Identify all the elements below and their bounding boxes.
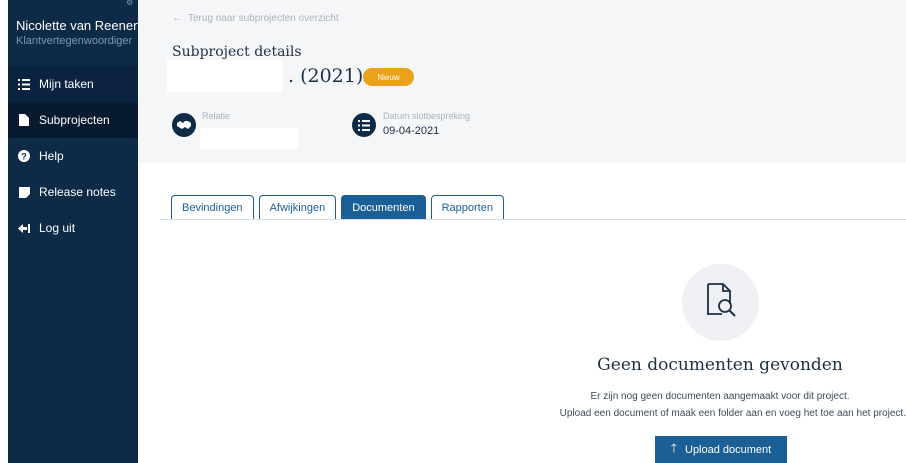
- user-name: Nicolette van Reenen: [16, 18, 141, 33]
- tab-rapporten[interactable]: Rapporten: [430, 195, 504, 220]
- date-value: 09-04-2021: [383, 125, 440, 137]
- tab-documenten[interactable]: Documenten: [341, 195, 426, 220]
- sidebar-item-label: Release notes: [39, 185, 116, 199]
- sidebar-item-label: Mijn taken: [39, 77, 94, 91]
- empty-state-title: Geen documenten gevonden: [597, 355, 843, 375]
- handshake-icon: [172, 113, 196, 137]
- empty-state-hint: Upload een document of maak een folder a…: [559, 408, 906, 419]
- tab-bevindingen[interactable]: Bevindingen: [171, 195, 254, 220]
- project-year: . (2021): [288, 65, 364, 87]
- sidebar-item-mijn-taken[interactable]: Mijn taken: [8, 66, 138, 102]
- status-badge: Nieuw: [363, 68, 414, 86]
- document-search-icon: [703, 282, 739, 323]
- sidebar-nav: Mijn taken Subprojecten ? Help Release n…: [8, 66, 138, 246]
- user-block: ⚙ Nicolette van Reenen Klantvertegenwoor…: [8, 0, 141, 66]
- sidebar: ⚙ Nicolette van Reenen Klantvertegenwoor…: [8, 0, 141, 463]
- date-label: Datum slotbespreking: [383, 111, 471, 121]
- gear-icon[interactable]: ⚙: [126, 0, 134, 5]
- sidebar-item-label: Help: [39, 149, 64, 163]
- sidebar-item-log-uit[interactable]: Log uit: [8, 210, 138, 246]
- empty-state-illustration: [682, 264, 759, 341]
- upload-document-label: Upload document: [685, 443, 772, 456]
- arrow-left-icon: ←: [172, 13, 182, 24]
- logout-icon: [17, 221, 31, 235]
- subproject-header: ← Terug naar subprojecten overzicht Subpr…: [138, 0, 906, 163]
- tab-divider: [160, 219, 906, 220]
- redacted-project-name: [167, 60, 283, 92]
- upload-document-button[interactable]: 🡑 Upload document: [655, 436, 787, 463]
- sidebar-item-help[interactable]: ? Help: [8, 138, 138, 174]
- tab-bar: Bevindingen Afwijkingen Documenten Rappo…: [171, 195, 504, 220]
- svg-text:?: ?: [21, 152, 27, 162]
- task-list-icon: [17, 77, 31, 91]
- help-icon: ?: [17, 149, 31, 163]
- tab-afwijkingen[interactable]: Afwijkingen: [258, 195, 337, 220]
- sidebar-item-label: Log uit: [39, 221, 76, 235]
- empty-state-message: Er zijn nog geen documenten aangemaakt v…: [590, 391, 850, 402]
- back-link-label: Terug naar subprojecten overzicht: [188, 13, 339, 24]
- user-role: Klantvertegenwoordiger: [16, 35, 133, 47]
- relation-label: Relatie: [202, 111, 231, 121]
- back-link[interactable]: ← Terug naar subprojecten overzicht: [172, 13, 339, 24]
- sidebar-item-label: Subprojecten: [39, 113, 110, 127]
- note-icon: [17, 185, 31, 199]
- page-title: Subproject details: [172, 44, 302, 60]
- arrow-up-icon: 🡑: [670, 441, 677, 455]
- sidebar-item-subprojecten[interactable]: Subprojecten: [8, 102, 138, 138]
- redacted-relation-value: [200, 128, 298, 149]
- checklist-icon: [352, 113, 376, 137]
- sidebar-item-release-notes[interactable]: Release notes: [8, 174, 138, 210]
- document-icon: [17, 113, 31, 127]
